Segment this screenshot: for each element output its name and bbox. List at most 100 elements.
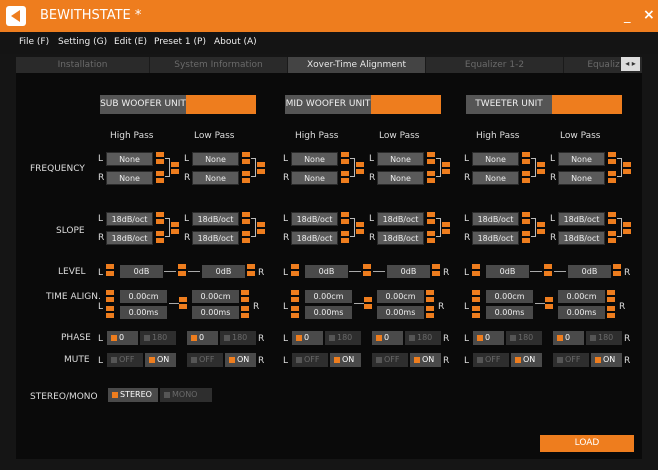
mono-button[interactable]: MONO [160, 388, 212, 402]
mid-time-l-cm-spin-icon[interactable] [291, 290, 299, 304]
tw-time-l-cm-spin-icon[interactable] [472, 290, 480, 304]
tw-time-r-cm-field[interactable]: 0.00cm [558, 290, 605, 303]
sub-time-l-ms-field[interactable]: 0.00ms [120, 306, 167, 319]
tw-level-l-spin-icon[interactable] [472, 264, 480, 278]
sub-frequency-low-link-spin-icon[interactable] [257, 162, 265, 176]
tw-slope-low-l-spin-icon[interactable] [608, 212, 616, 226]
tw-time-link-spin-icon[interactable] [545, 297, 553, 311]
tw-slope-low-r-field[interactable]: 18dB/oct [558, 231, 605, 245]
sub-level-r-field[interactable]: 0dB [202, 265, 245, 278]
mid-level-l-spin-icon[interactable] [291, 264, 299, 278]
tab-scroll-arrows-icon[interactable]: ◂ ▸ [621, 57, 640, 71]
tw-slope-low-r-spin-icon[interactable] [608, 231, 616, 245]
tw-level-r-field[interactable]: 0dB [568, 265, 611, 278]
tw-frequency-low-l-spin-icon[interactable] [608, 152, 616, 166]
tab-equalizer-1-2[interactable]: Equalizer 1-2 [426, 57, 564, 73]
tw-time-l-ms-spin-icon[interactable] [472, 306, 480, 320]
mid-phase-l-0-button[interactable]: 0 [292, 331, 323, 345]
sub-frequency-high-link-spin-icon[interactable] [171, 162, 179, 176]
sub-time-r-ms-field[interactable]: 0.00ms [192, 306, 239, 319]
tw-time-l-ms-field[interactable]: 0.00ms [486, 306, 533, 319]
sub-time-r-cm-spin-icon[interactable] [241, 290, 249, 304]
sub-unit-color-swatch[interactable] [186, 95, 256, 114]
tw-phase-l-0-button[interactable]: 0 [473, 331, 504, 345]
tw-frequency-low-r-field[interactable]: None [558, 171, 605, 185]
mid-time-r-ms-spin-icon[interactable] [426, 306, 434, 320]
mid-frequency-low-link-spin-icon[interactable] [442, 162, 450, 176]
mid-level-link-spin-icon[interactable] [363, 264, 371, 278]
sub-time-r-ms-spin-icon[interactable] [241, 306, 249, 320]
tab-system-information[interactable]: System Information [150, 57, 288, 73]
tw-slope-high-l-spin-icon[interactable] [522, 212, 530, 226]
sub-time-l-cm-field[interactable]: 0.00cm [120, 290, 167, 303]
mid-slope-low-link-spin-icon[interactable] [442, 222, 450, 236]
tw-slope-low-l-field[interactable]: 18dB/oct [558, 212, 605, 226]
sub-phase-r-0-button[interactable]: 0 [187, 331, 218, 345]
sub-time-l-cm-spin-icon[interactable] [106, 290, 114, 304]
tw-frequency-high-link-spin-icon[interactable] [537, 162, 545, 176]
sub-mute-l-on-button[interactable]: ON [145, 353, 176, 367]
tw-frequency-high-l-field[interactable]: None [472, 152, 519, 166]
sub-slope-low-r-field[interactable]: 18dB/oct [192, 231, 239, 245]
tab-installation[interactable]: Installation [16, 57, 150, 73]
tw-level-r-spin-icon[interactable] [613, 264, 621, 278]
tw-frequency-high-l-spin-icon[interactable] [522, 152, 530, 166]
mid-level-r-spin-icon[interactable] [432, 264, 440, 278]
tw-frequency-high-r-spin-icon[interactable] [522, 171, 530, 185]
tw-frequency-low-link-spin-icon[interactable] [623, 162, 631, 176]
mid-frequency-high-r-field[interactable]: None [291, 171, 338, 185]
mid-slope-low-l-spin-icon[interactable] [427, 212, 435, 226]
mid-slope-high-l-field[interactable]: 18dB/oct [291, 212, 338, 226]
sub-slope-high-l-field[interactable]: 18dB/oct [106, 212, 153, 226]
mid-phase-l-180-button[interactable]: 180 [325, 331, 361, 345]
mid-time-r-cm-spin-icon[interactable] [426, 290, 434, 304]
tw-time-l-cm-field[interactable]: 0.00cm [486, 290, 533, 303]
mid-level-l-field[interactable]: 0dB [305, 265, 348, 278]
mid-unit-color-swatch[interactable] [371, 95, 441, 114]
mid-slope-high-l-spin-icon[interactable] [341, 212, 349, 226]
mid-time-l-ms-spin-icon[interactable] [291, 306, 299, 320]
sub-time-r-cm-field[interactable]: 0.00cm [192, 290, 239, 303]
sub-slope-low-r-spin-icon[interactable] [242, 231, 250, 245]
mid-slope-low-r-field[interactable]: 18dB/oct [377, 231, 424, 245]
sub-slope-low-l-field[interactable]: 18dB/oct [192, 212, 239, 226]
mid-slope-high-link-spin-icon[interactable] [356, 222, 364, 236]
minimize-button[interactable]: _ [624, 9, 631, 24]
tw-slope-high-r-spin-icon[interactable] [522, 231, 530, 245]
sub-mute-r-off-button[interactable]: OFF [187, 353, 223, 367]
mid-time-link-spin-icon[interactable] [364, 297, 372, 311]
mid-mute-l-on-button[interactable]: ON [330, 353, 361, 367]
mid-phase-r-180-button[interactable]: 180 [405, 331, 441, 345]
mid-mute-r-off-button[interactable]: OFF [372, 353, 408, 367]
tw-phase-r-180-button[interactable]: 180 [586, 331, 622, 345]
tw-level-link-spin-icon[interactable] [544, 264, 552, 278]
sub-level-link-spin-icon[interactable] [178, 264, 186, 278]
menu-preset[interactable]: Preset 1 (P) [154, 37, 206, 47]
sub-frequency-low-l-field[interactable]: None [192, 152, 239, 166]
mid-frequency-low-l-spin-icon[interactable] [427, 152, 435, 166]
tw-time-r-cm-spin-icon[interactable] [607, 290, 615, 304]
sub-slope-low-l-spin-icon[interactable] [242, 212, 250, 226]
sub-level-r-spin-icon[interactable] [247, 264, 255, 278]
mid-slope-low-l-field[interactable]: 18dB/oct [377, 212, 424, 226]
menu-about[interactable]: About (A) [214, 37, 257, 47]
load-button[interactable]: LOAD [540, 435, 634, 452]
tw-frequency-high-r-field[interactable]: None [472, 171, 519, 185]
mid-time-r-ms-field[interactable]: 0.00ms [377, 306, 424, 319]
tw-mute-l-off-button[interactable]: OFF [473, 353, 509, 367]
tab-xover-time-alignment[interactable]: Xover-Time Alignment [288, 57, 426, 73]
mid-frequency-low-r-field[interactable]: None [377, 171, 424, 185]
mid-frequency-high-l-spin-icon[interactable] [341, 152, 349, 166]
sub-slope-high-link-spin-icon[interactable] [171, 222, 179, 236]
mid-slope-high-r-spin-icon[interactable] [341, 231, 349, 245]
sub-slope-low-link-spin-icon[interactable] [257, 222, 265, 236]
tw-level-l-field[interactable]: 0dB [486, 265, 529, 278]
tw-slope-high-l-field[interactable]: 18dB/oct [472, 212, 519, 226]
mid-phase-r-0-button[interactable]: 0 [372, 331, 403, 345]
sub-phase-r-180-button[interactable]: 180 [220, 331, 256, 345]
mid-frequency-low-l-field[interactable]: None [377, 152, 424, 166]
mid-mute-l-off-button[interactable]: OFF [292, 353, 328, 367]
tw-time-r-ms-spin-icon[interactable] [607, 306, 615, 320]
mid-frequency-high-r-spin-icon[interactable] [341, 171, 349, 185]
sub-mute-l-off-button[interactable]: OFF [107, 353, 143, 367]
